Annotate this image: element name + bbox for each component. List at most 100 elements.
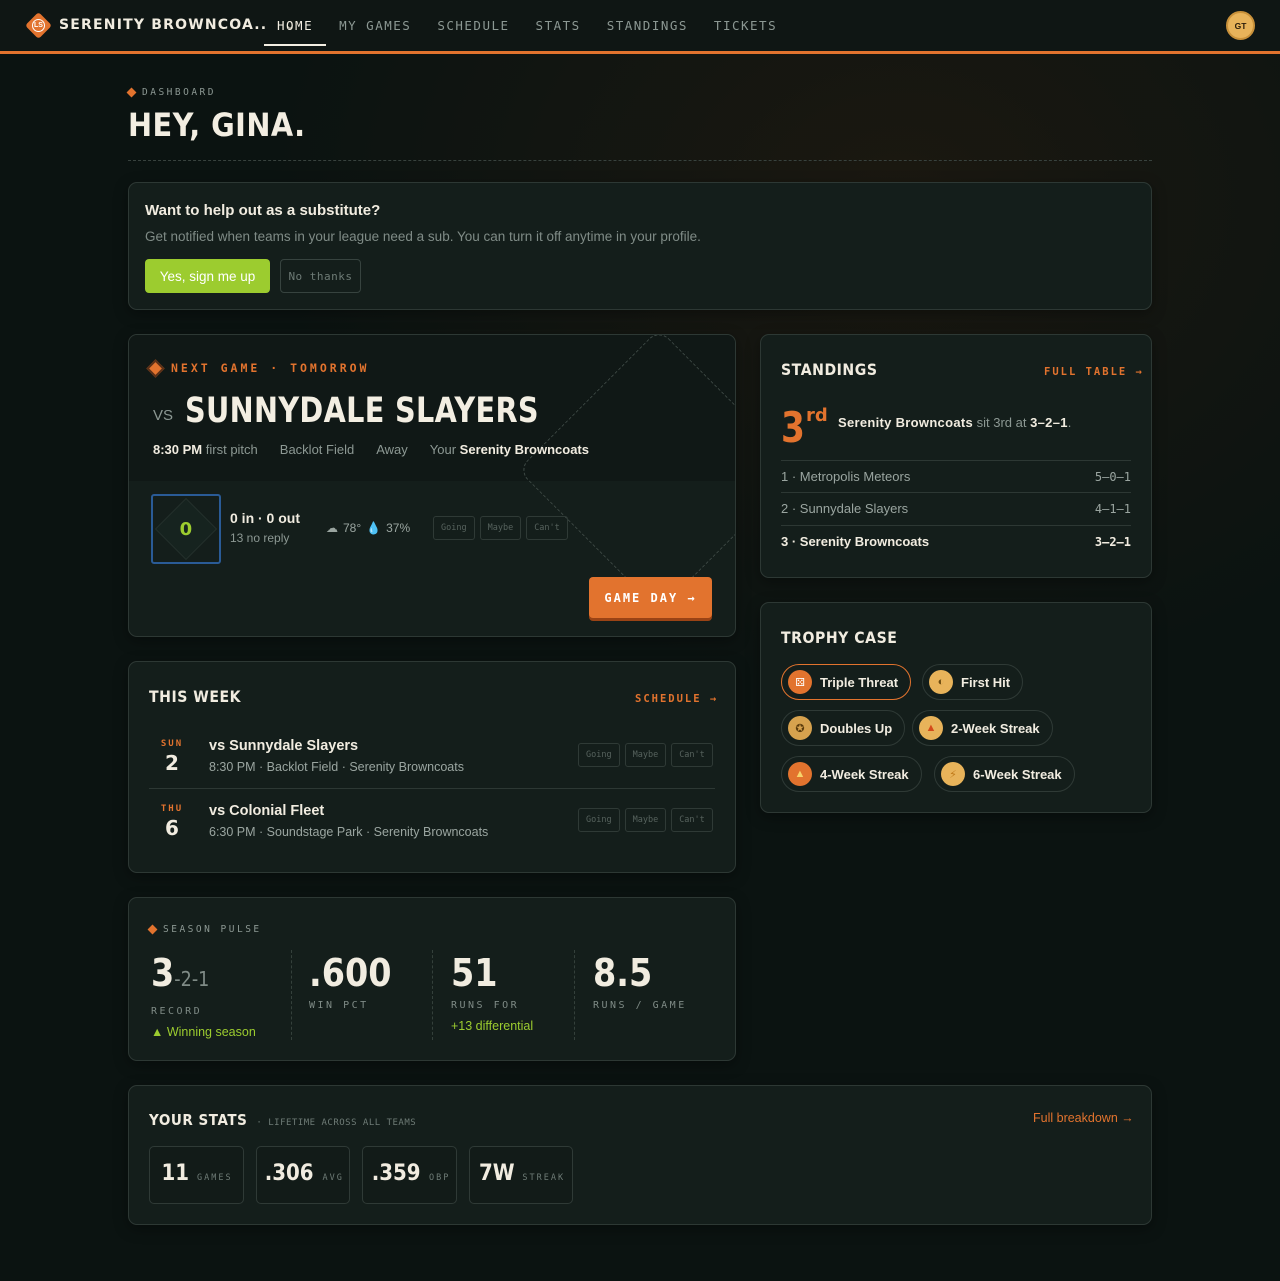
eyebrow-text: DASHBOARD (142, 87, 216, 98)
nav-home[interactable]: HOME (264, 0, 327, 51)
your-stats-header: YOUR STATS · LIFETIME ACROSS ALL TEAMS (149, 1111, 416, 1129)
this-week-card: THIS WEEK SCHEDULE → SUN 2 vs Sunnydale … (128, 661, 736, 873)
rsvp-cant-button[interactable]: Can't (671, 743, 713, 767)
user-avatar[interactable]: GT (1226, 11, 1255, 40)
team-switcher[interactable]: LS SERENITY BROWNCOA.. ⌄ (24, 11, 295, 39)
stat-obp: .359 OBP (362, 1146, 457, 1204)
game-title[interactable]: vs Sunnydale Slayers (209, 738, 358, 754)
rsvp-maybe-button[interactable]: Maybe (624, 808, 667, 832)
trophy-case-card: TROPHY CASE ⚄ Triple Threat ◐ First Hit … (760, 602, 1152, 813)
schedule-link[interactable]: SCHEDULE → (635, 693, 718, 705)
stat-avg: .306 AVG (256, 1146, 350, 1204)
rsvp-summary: 0 in · 0 out (230, 510, 300, 526)
rsvp-buttons: Going Maybe Can't (578, 743, 713, 767)
next-game-eyebrow: NEXT GAME · TOMORROW (146, 358, 370, 378)
rsvp-cant-button[interactable]: Can't (671, 808, 713, 832)
standings-row[interactable]: 2 · Sunnydale Slayers 4–1–1 (781, 492, 1131, 524)
standings-title: STANDINGS (781, 360, 878, 379)
softball-icon: ◐ (929, 670, 953, 694)
your-stats-subtitle: · LIFETIME ACROSS ALL TEAMS (256, 1118, 417, 1128)
nav-my-games[interactable]: MY GAMES (326, 0, 424, 51)
rsvp-going-button[interactable]: Going (433, 516, 475, 540)
badge-2-week-streak[interactable]: ▲ 2-Week Streak (912, 710, 1053, 746)
rsvp-buttons: Going Maybe Can't (433, 516, 568, 540)
stat-win-pct: .600 WIN PCT (309, 951, 392, 1011)
game-date: 6 (165, 816, 179, 840)
diamond-icon (147, 924, 158, 935)
flame-icon: ▲ (788, 762, 812, 786)
rsvp-no-reply: 13 no reply (230, 531, 290, 545)
nav-standings[interactable]: STANDINGS (594, 0, 701, 51)
rsvp-going-button[interactable]: Going (578, 808, 620, 832)
medal-icon: ✪ (788, 716, 812, 740)
row-divider (149, 788, 715, 789)
game-day: SUN (160, 739, 184, 749)
sign-up-sub-button[interactable]: Yes, sign me up (145, 259, 270, 293)
full-breakdown-link[interactable]: Full breakdown → (1033, 1111, 1134, 1125)
badge-triple-threat[interactable]: ⚄ Triple Threat (781, 664, 912, 700)
dice-icon: ⚄ (788, 670, 812, 694)
sub-prompt-description: Get notified when teams in your league n… (145, 229, 701, 244)
rsvp-maybe-button[interactable]: Maybe (624, 743, 667, 767)
this-week-title: THIS WEEK (149, 687, 242, 706)
page-title: HEY, GINA. (128, 106, 306, 144)
standings-row[interactable]: 1 · Metropolis Meteors 5–0–1 (781, 460, 1131, 492)
substitute-prompt-card: Want to help out as a substitute? Get no… (128, 182, 1152, 310)
nav-stats[interactable]: STATS (523, 0, 594, 51)
flame-icon: ▲ (919, 716, 943, 740)
game-date: 2 (165, 751, 179, 775)
game-details: 8:30 PM · Backlot Field · Serenity Brown… (209, 760, 464, 774)
your-stats-title: YOUR STATS (149, 1111, 248, 1129)
droplet-icon: 💧 (366, 521, 382, 535)
diamond-icon (126, 87, 137, 98)
bolt-icon: ⚡ (941, 762, 965, 786)
no-thanks-button[interactable]: No thanks (280, 259, 361, 293)
opponent-name: SUNNYDALE SLAYERS (185, 391, 539, 431)
season-pulse-card: SEASON PULSE 3-2-1 RECORD ▲ Winning seas… (128, 897, 736, 1061)
header-divider (128, 160, 1152, 161)
game-meta: 8:30 PM first pitch Backlot Field Away Y… (153, 442, 589, 457)
main-nav: HOME MY GAMES SCHEDULE STATS STANDINGS T… (264, 0, 790, 51)
rsvp-buttons: Going Maybe Can't (578, 808, 713, 832)
nav-tickets[interactable]: TICKETS (701, 0, 790, 51)
rsvp-going-button[interactable]: Going (578, 743, 620, 767)
league-logo-icon: LS (24, 11, 52, 39)
stat-divider (291, 950, 292, 1040)
next-game-eyebrow-text: NEXT GAME · TOMORROW (171, 361, 370, 375)
game-day: THU (160, 804, 184, 814)
badge-4-week-streak[interactable]: ▲ 4-Week Streak (781, 756, 922, 792)
rsvp-maybe-button[interactable]: Maybe (479, 516, 522, 540)
stat-record: 3-2-1 RECORD ▲ Winning season (151, 951, 256, 1039)
stat-divider (574, 950, 575, 1040)
full-table-link[interactable]: FULL TABLE → (1044, 366, 1144, 378)
rain-chance: 37% (386, 521, 411, 535)
stat-divider (432, 950, 433, 1040)
rsvp-cant-button[interactable]: Can't (526, 516, 568, 540)
badge-first-hit[interactable]: ◐ First Hit (922, 664, 1024, 700)
rank-suffix: rd (806, 405, 828, 426)
badge-doubles-up[interactable]: ✪ Doubles Up (781, 710, 906, 746)
game-time: 8:30 PM first pitch (153, 442, 258, 457)
game-home-away: Away (376, 442, 408, 457)
page-eyebrow: DASHBOARD (126, 87, 216, 98)
sub-prompt-title: Want to help out as a substitute? (145, 202, 381, 219)
stat-streak: 7W STREAK (469, 1146, 573, 1204)
standings-card: STANDINGS FULL TABLE → 3 rd Serenity Bro… (760, 334, 1152, 578)
standings-row-my-team[interactable]: 3 · Serenity Browncoats 3–2–1 (781, 525, 1131, 557)
rsvp-count-box: 0 (151, 494, 221, 564)
team-name: SERENITY BROWNCOA.. (59, 17, 268, 33)
badge-6-week-streak[interactable]: ⚡ 6-Week Streak (934, 756, 1075, 792)
stat-runs-for: 51 RUNS FOR +13 differential (451, 951, 534, 1033)
diamond-icon (146, 358, 165, 378)
next-game-card: NEXT GAME · TOMORROW VS SUNNYDALE SLAYER… (128, 334, 736, 637)
rsvp-count: 0 (179, 518, 193, 540)
game-day-button[interactable]: GAME DAY → (589, 577, 712, 618)
trophy-title: TROPHY CASE (781, 628, 898, 647)
nav-schedule[interactable]: SCHEDULE (424, 0, 522, 51)
temperature: 78° (343, 521, 362, 535)
rank-summary: Serenity Browncoats sit 3rd at 3–2–1. (838, 415, 1072, 430)
rank-number: 3 (781, 403, 805, 452)
game-title[interactable]: vs Colonial Fleet (209, 803, 324, 819)
top-nav: LS SERENITY BROWNCOA.. ⌄ HOME MY GAMES S… (0, 0, 1280, 54)
weather: ☁ 78° 💧 37% (326, 521, 410, 535)
